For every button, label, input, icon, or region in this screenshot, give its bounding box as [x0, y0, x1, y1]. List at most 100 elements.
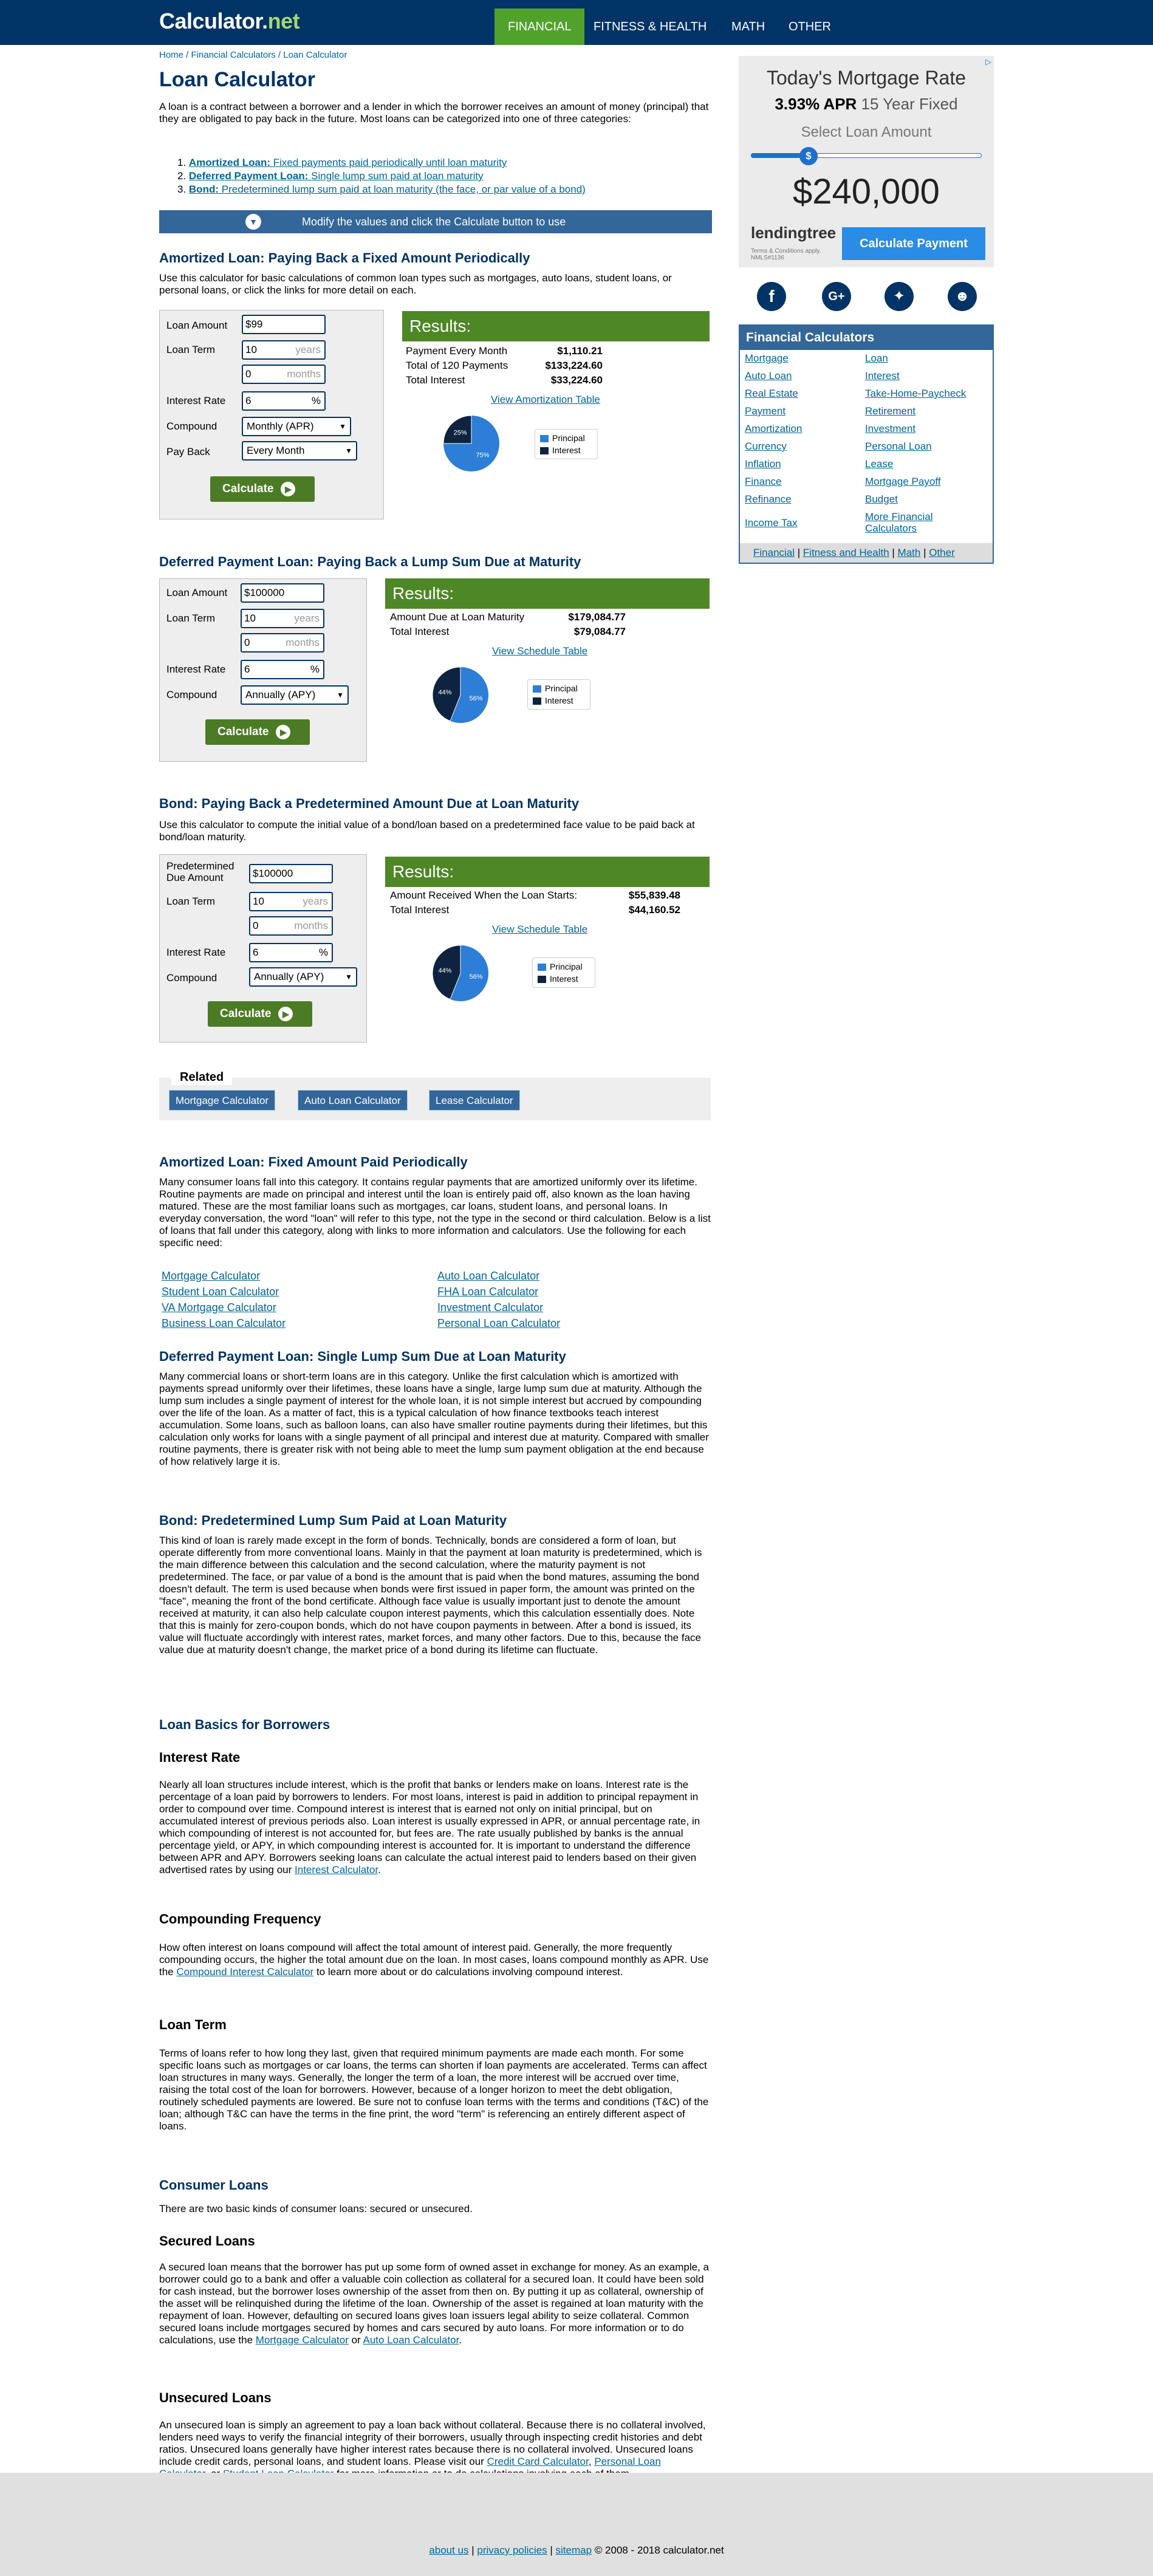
bond-description: Use this calculator to compute the initi…: [159, 819, 695, 843]
site-logo[interactable]: Calculator.net: [159, 9, 300, 34]
loan-term-years-input[interactable]: 10 years: [249, 892, 333, 911]
related-mortgage-calculator[interactable]: Mortgage Calculator: [169, 1090, 276, 1111]
compound-select[interactable]: Annually (APY) ▼: [249, 967, 357, 987]
article-link[interactable]: Mortgage Calculator: [162, 1270, 260, 1283]
bottom-link-other[interactable]: Other: [929, 547, 955, 558]
fin-calc-link[interactable]: Lease: [865, 458, 893, 470]
interest-rate-input[interactable]: 6%: [241, 660, 324, 679]
fin-calc-link[interactable]: Income Tax: [745, 517, 798, 529]
nav-other[interactable]: OTHER: [775, 9, 844, 45]
legend-interest: Interest: [533, 694, 585, 707]
category-item[interactable]: 2. Deferred Payment Loan: Single lump su…: [177, 170, 712, 182]
fin-calc-link[interactable]: Finance: [745, 476, 781, 487]
fin-calc-link[interactable]: Loan: [865, 352, 888, 364]
secured-loans-text: A secured loan means that the borrower h…: [159, 2261, 709, 2346]
fin-calc-link[interactable]: Auto Loan: [745, 370, 792, 382]
nav-math[interactable]: MATH: [718, 9, 778, 45]
predetermined-amount-label: Predetermined Due Amount: [166, 860, 234, 883]
loan-term-months-input[interactable]: 0 months: [242, 365, 326, 384]
due-amount-input[interactable]: $100000: [249, 864, 333, 883]
view-amortization-table-link[interactable]: View Amortization Table: [491, 394, 600, 406]
fin-calc-link[interactable]: Mortgage Payoff: [865, 476, 940, 487]
fin-calc-link[interactable]: Interest: [865, 370, 900, 382]
compound-select[interactable]: Monthly (APR) ▼: [242, 417, 351, 436]
article-link[interactable]: Auto Loan Calculator: [437, 1270, 539, 1283]
deferred-pie-legend: Principal Interest: [527, 679, 590, 710]
compound-select[interactable]: Annually (APY) ▼: [241, 685, 349, 705]
result-value: $44,160.52: [628, 904, 680, 916]
loan-term-years-input[interactable]: 10 years: [242, 340, 326, 360]
bottom-link-financial[interactable]: Financial: [753, 547, 795, 558]
loan-term-months-input[interactable]: 0 months: [249, 916, 333, 936]
deferred-calculate-button[interactable]: Calculate ▶: [205, 719, 310, 745]
ad-choices-icon[interactable]: ▷: [985, 57, 991, 67]
chevron-down-icon: ▼: [245, 214, 261, 230]
result-value: $133,224.60: [545, 360, 603, 371]
loan-amount-input[interactable]: $100000: [241, 583, 324, 603]
fin-calc-link[interactable]: Budget: [865, 493, 898, 505]
fin-calc-link[interactable]: Payment: [745, 405, 785, 417]
consumer-loans-heading: Consumer Loans: [159, 2177, 269, 2193]
interest-rate-input[interactable]: 6%: [249, 943, 333, 962]
compounding-heading: Compounding Frequency: [159, 1911, 321, 1927]
fin-calc-link[interactable]: Take-Home-Paycheck: [865, 388, 966, 399]
mortgage-rate-ad[interactable]: ▷ Today's Mortgage Rate 3.93% APR 15 Yea…: [739, 56, 994, 267]
compound-interest-calculator-link[interactable]: Compound Interest Calculator: [176, 1966, 313, 1978]
category-item[interactable]: 3. Bond: Predetermined lump sum paid at …: [177, 183, 712, 196]
fin-calc-link[interactable]: Mortgage: [745, 352, 789, 364]
modify-values-bar[interactable]: ▼ Modify the values and click the Calcul…: [159, 210, 712, 233]
interest-pct-label: 25%: [454, 430, 467, 437]
related-lease-calculator[interactable]: Lease Calculator: [429, 1090, 520, 1111]
article-link[interactable]: FHA Loan Calculator: [437, 1286, 538, 1298]
fin-calc-link[interactable]: Currency: [745, 440, 787, 452]
google-plus-icon[interactable]: G+: [822, 282, 851, 311]
interest-calculator-link[interactable]: Interest Calculator: [295, 1864, 378, 1875]
loan-term-years-input[interactable]: 10 years: [241, 609, 324, 628]
article-link[interactable]: Personal Loan Calculator: [437, 1317, 560, 1330]
facebook-icon[interactable]: f: [757, 282, 786, 311]
interest-rate-label: Interest Rate: [166, 663, 226, 675]
nav-fitness-health[interactable]: FITNESS & HEALTH: [580, 9, 720, 45]
bottom-link-fitness[interactable]: Fitness and Health: [803, 547, 889, 558]
fin-calc-link[interactable]: Refinance: [745, 493, 792, 505]
auto-loan-calculator-link[interactable]: Auto Loan Calculator: [363, 2334, 459, 2346]
bond-calculate-button[interactable]: Calculate ▶: [208, 1001, 312, 1027]
about-us-link[interactable]: about us: [429, 2544, 468, 2556]
fin-calc-link[interactable]: Retirement: [865, 405, 915, 417]
compounding-text: How often interest on loans compound wil…: [159, 1942, 709, 1978]
article-link[interactable]: Business Loan Calculator: [162, 1317, 286, 1330]
privacy-link[interactable]: privacy policies: [477, 2544, 547, 2556]
article-link[interactable]: VA Mortgage Calculator: [162, 1301, 276, 1314]
ad-title: Today's Mortgage Rate: [766, 67, 967, 89]
ad-slider-handle[interactable]: $: [799, 147, 818, 165]
interest-pct-label: 44%: [438, 689, 451, 696]
article-link[interactable]: Investment Calculator: [437, 1301, 543, 1314]
view-schedule-table-link[interactable]: View Schedule Table: [492, 645, 587, 657]
fin-calc-link[interactable]: Investment: [865, 423, 915, 434]
credit-card-calculator-link[interactable]: Credit Card Calculator: [487, 2456, 589, 2467]
legend-interest: Interest: [540, 444, 592, 456]
article-link[interactable]: Student Loan Calculator: [162, 1286, 279, 1298]
pay-back-select[interactable]: Every Month ▼: [242, 441, 357, 461]
bottom-link-math[interactable]: Math: [898, 547, 921, 558]
loan-term-months-input[interactable]: 0 months: [241, 633, 324, 653]
category-item[interactable]: 1. Amortized Loan: Fixed payments paid p…: [177, 157, 712, 169]
fin-calc-link[interactable]: Inflation: [745, 458, 781, 470]
view-schedule-table-link[interactable]: View Schedule Table: [492, 923, 587, 936]
fin-calc-link[interactable]: More Financial Calculators: [865, 511, 950, 534]
fin-calc-link[interactable]: Personal Loan: [865, 440, 932, 452]
twitter-icon[interactable]: ✦: [884, 282, 914, 311]
reddit-icon[interactable]: ☻: [948, 282, 977, 311]
breadcrumb[interactable]: Home / Financial Calculators / Loan Calc…: [159, 50, 347, 60]
fin-calc-link[interactable]: Amortization: [745, 423, 802, 434]
related-auto-loan-calculator[interactable]: Auto Loan Calculator: [298, 1090, 408, 1111]
sitemap-link[interactable]: sitemap: [556, 2544, 592, 2556]
interest-rate-input[interactable]: 6%: [242, 391, 326, 411]
amortized-pie-chart: 25% 75%: [443, 415, 499, 471]
amortized-calculate-button[interactable]: Calculate ▶: [210, 476, 315, 502]
mortgage-calculator-link[interactable]: Mortgage Calculator: [256, 2334, 349, 2346]
fin-calc-link[interactable]: Real Estate: [745, 388, 798, 399]
calculate-payment-button[interactable]: Calculate Payment: [842, 227, 985, 260]
loan-amount-input[interactable]: $99: [242, 315, 326, 334]
nav-financial[interactable]: FINANCIAL: [494, 9, 585, 45]
